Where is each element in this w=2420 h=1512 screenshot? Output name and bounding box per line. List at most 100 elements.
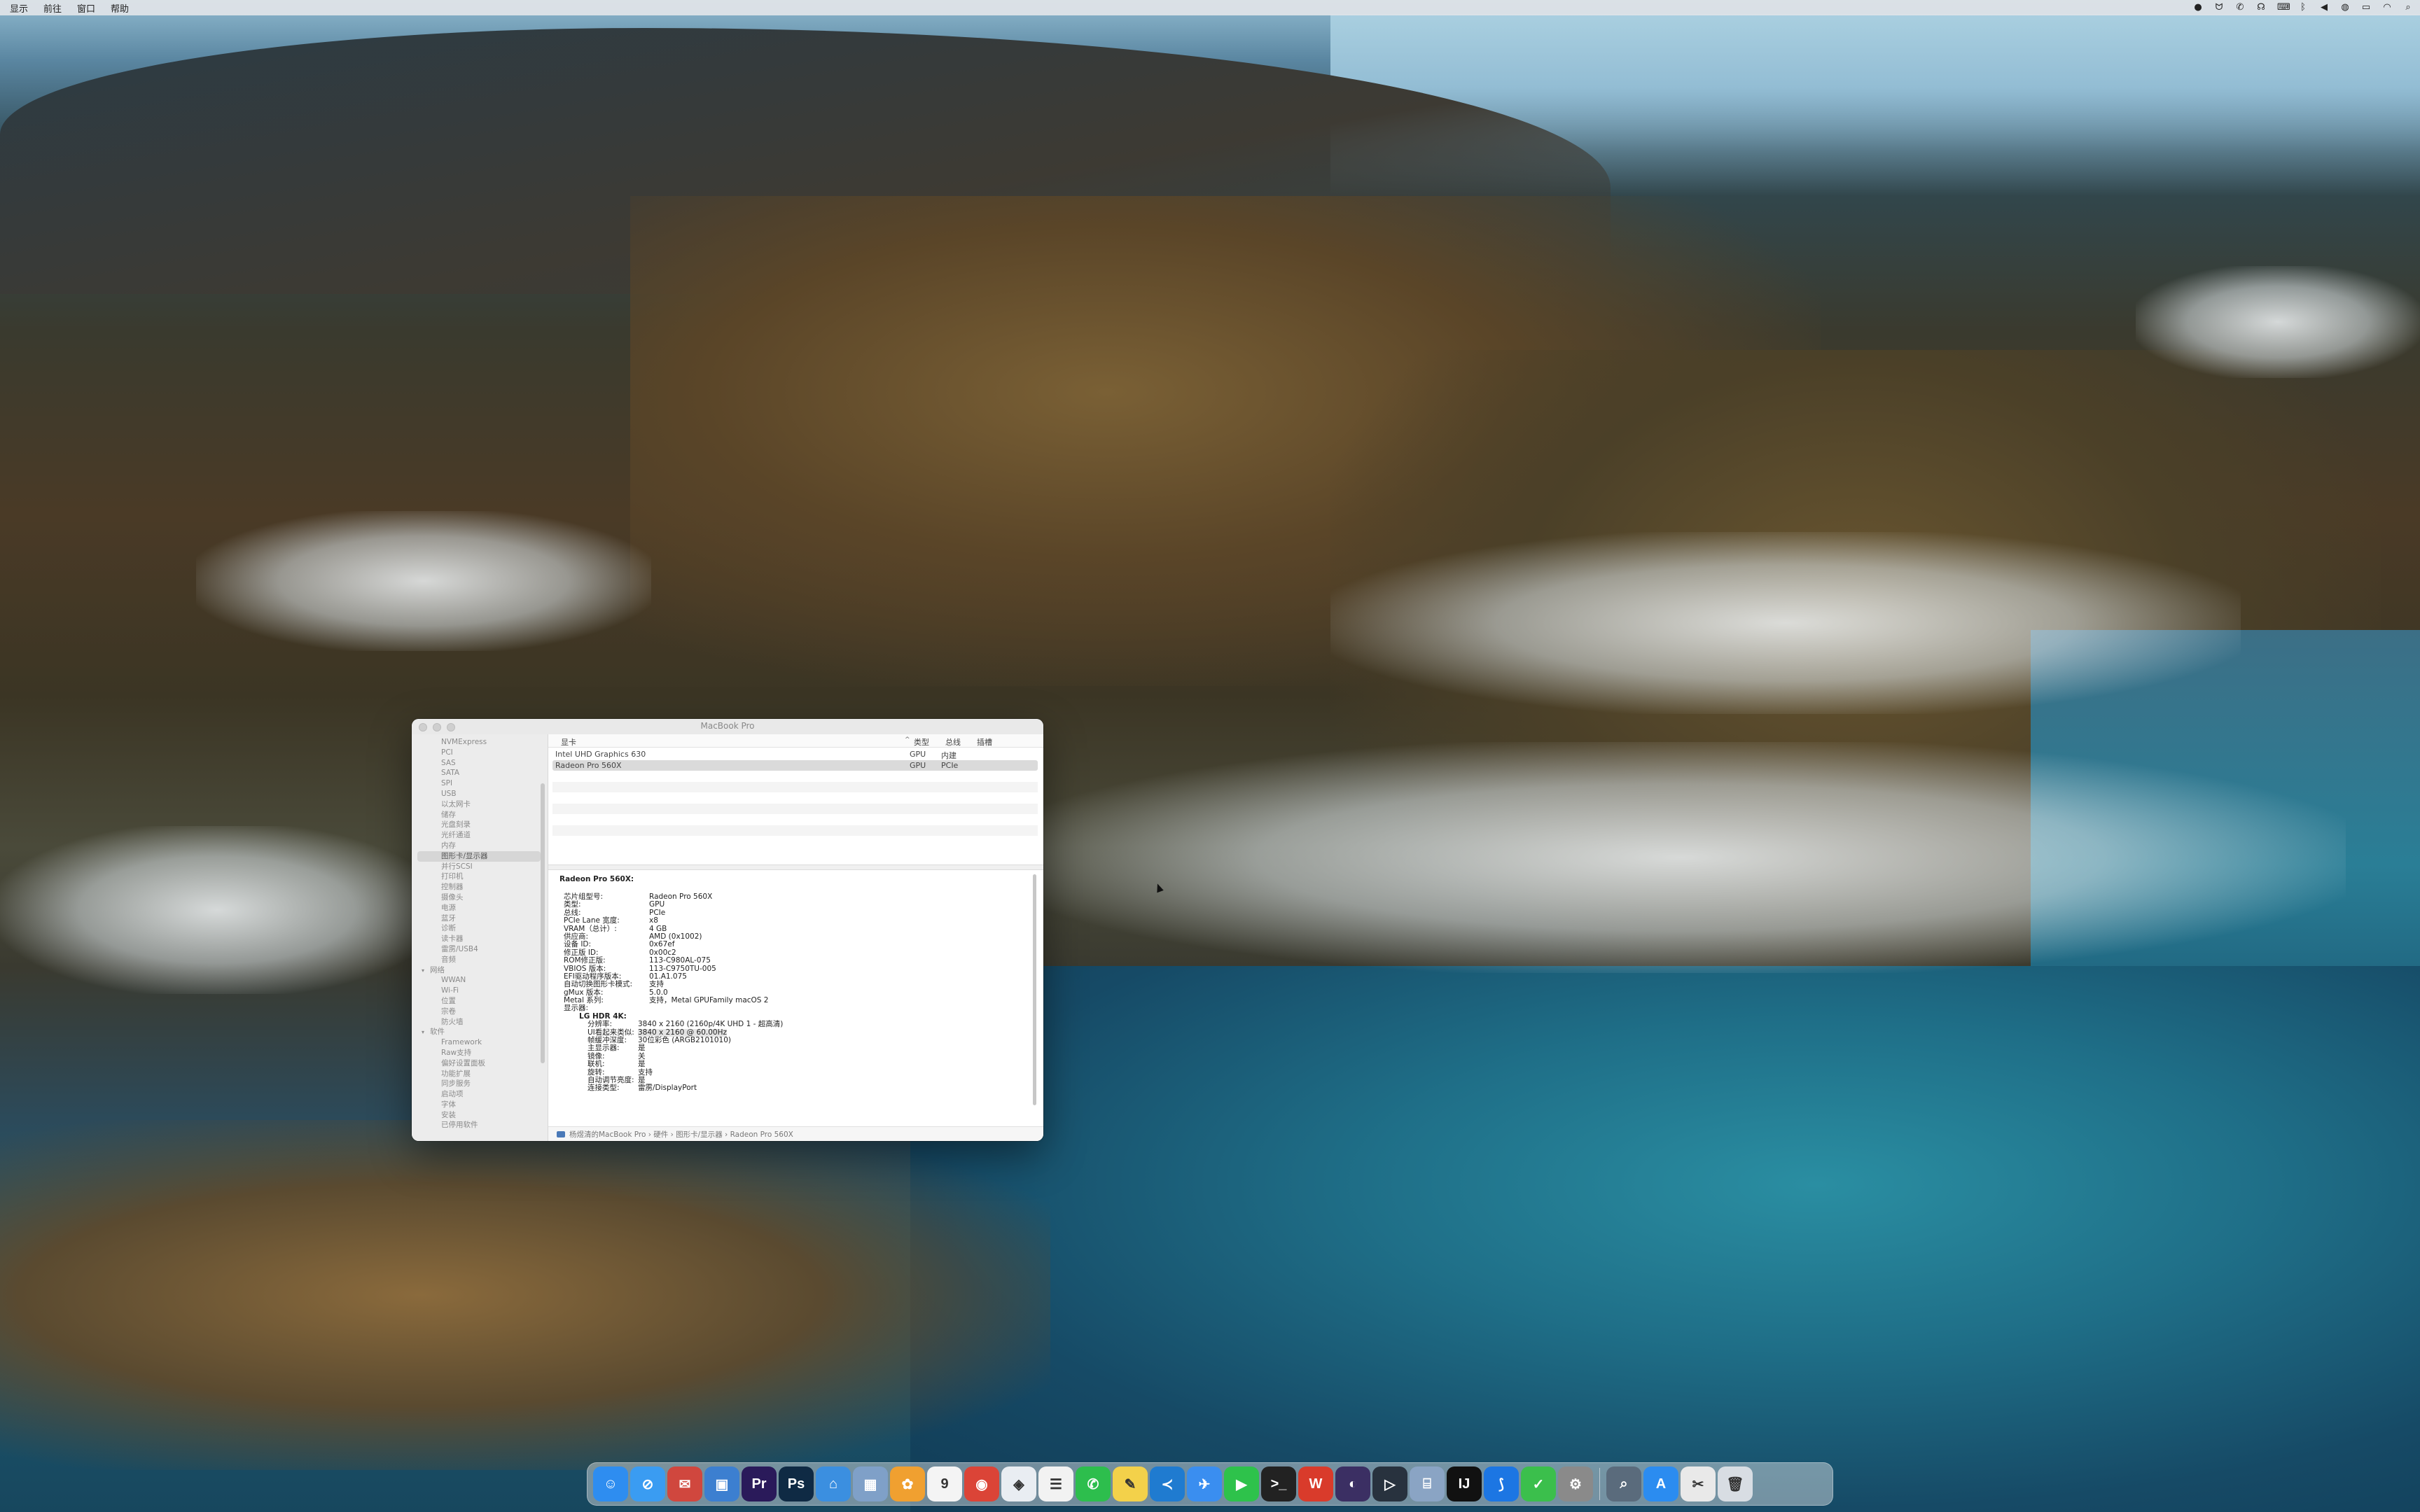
wechat-icon[interactable]: ✆: [1076, 1466, 1111, 1502]
siri-icon[interactable]: ◍: [2340, 3, 2350, 13]
sidebar-item[interactable]: 位置: [412, 996, 548, 1007]
table-row[interactable]: Intel UHD Graphics 630 GPU 内建: [552, 749, 1038, 760]
sidebar-item[interactable]: 防火墙: [412, 1017, 548, 1028]
wps-icon[interactable]: W: [1298, 1466, 1333, 1502]
trash-icon[interactable]: 🗑: [1718, 1466, 1753, 1502]
sidebar-scrollbar[interactable]: [541, 783, 545, 1063]
column-header-slot[interactable]: 插槽: [977, 736, 992, 748]
screenshots-icon[interactable]: ▦: [853, 1466, 888, 1502]
menu-item[interactable]: 显示: [10, 1, 28, 15]
preview-icon[interactable]: ▣: [704, 1466, 739, 1502]
finder-icon[interactable]: ☺: [593, 1466, 628, 1502]
safari-icon[interactable]: ⊘: [630, 1466, 665, 1502]
spotlight-folder-icon[interactable]: ⌕: [1606, 1466, 1641, 1502]
column-header-type[interactable]: 类型: [914, 736, 929, 748]
path-bar-item[interactable]: 图形卡/显示器: [676, 1130, 723, 1139]
sidebar-item[interactable]: 宗卷: [412, 1007, 548, 1017]
sidebar-item[interactable]: 以太网卡: [412, 799, 548, 810]
column-header-name[interactable]: 显卡: [561, 736, 576, 748]
intellij-icon[interactable]: IJ: [1447, 1466, 1482, 1502]
sidebar-item[interactable]: 并行SCSI: [412, 862, 548, 872]
sidebar-item[interactable]: 字体: [412, 1100, 548, 1110]
wallpaper-sea: [910, 966, 2420, 1512]
sidebar-item[interactable]: 光盘刻录: [412, 820, 548, 830]
sidebar-item[interactable]: 同步服务: [412, 1079, 548, 1089]
wechat-icon[interactable]: ✆: [2235, 3, 2245, 13]
sidebar-item[interactable]: SPI: [412, 778, 548, 789]
title-bar[interactable]: MacBook Pro: [412, 719, 1043, 735]
facetime-icon[interactable]: ▶: [1224, 1466, 1259, 1502]
photos-icon[interactable]: ✿: [890, 1466, 925, 1502]
sidebar-item[interactable]: 摄像头: [412, 892, 548, 903]
menu-item[interactable]: 前往: [43, 1, 62, 15]
path-bar-item[interactable]: 杨煜清的MacBook Pro: [569, 1130, 646, 1139]
sidebar-item[interactable]: 光纤通道: [412, 830, 548, 841]
search-icon[interactable]: ⌕: [2403, 3, 2413, 13]
reminders-icon[interactable]: ☰: [1038, 1466, 1073, 1502]
sidebar-item[interactable]: 音频: [412, 955, 548, 965]
sidebar-item[interactable]: Raw支持: [412, 1048, 548, 1058]
path-bar-item[interactable]: Radeon Pro 560X: [730, 1130, 793, 1139]
premiere-icon[interactable]: Pr: [742, 1466, 777, 1502]
chrome-icon[interactable]: ◉: [964, 1466, 999, 1502]
bluetooth-icon[interactable]: ᛒ: [2298, 3, 2308, 13]
android-file-transfer-icon[interactable]: ⌸: [1410, 1466, 1445, 1502]
sidebar-item[interactable]: 读卡器: [412, 934, 548, 944]
sidebar-section[interactable]: ▾ 软件: [412, 1027, 548, 1037]
record-icon[interactable]: ●: [2193, 3, 2203, 13]
sidebar-section[interactable]: ▾ 网络: [412, 965, 548, 976]
sidebar-item[interactable]: 图形卡/显示器: [417, 850, 541, 862]
volume-icon[interactable]: ◀: [2319, 3, 2329, 13]
column-header-bus[interactable]: 总线: [945, 736, 961, 748]
sidebar-item[interactable]: 启动项: [412, 1089, 548, 1100]
sidebar-item[interactable]: 内存: [412, 841, 548, 851]
sidebar-item[interactable]: 控制器: [412, 882, 548, 892]
sidebar-item[interactable]: 储存: [412, 810, 548, 820]
menu-item[interactable]: 窗口: [77, 1, 95, 15]
sidebar-item[interactable]: 打印机: [412, 872, 548, 882]
sidebar-item[interactable]: WWAN: [412, 975, 548, 986]
terminal-icon[interactable]: >_: [1261, 1466, 1296, 1502]
app-store-icon[interactable]: A: [1643, 1466, 1678, 1502]
sidebar-item[interactable]: 已停用软件: [412, 1120, 548, 1130]
figma-icon[interactable]: ◈: [1001, 1466, 1036, 1502]
sidebar-item[interactable]: USB: [412, 789, 548, 799]
sidebar-item[interactable]: PCI: [412, 748, 548, 758]
sidebar-item[interactable]: 偏好设置面板: [412, 1058, 548, 1069]
sidebar-item[interactable]: SAS: [412, 758, 548, 769]
table-row[interactable]: Radeon Pro 560X GPU PCIe: [552, 760, 1038, 771]
wifi-icon[interactable]: ◠: [2382, 3, 2392, 13]
system-preferences-icon[interactable]: ⚙: [1558, 1466, 1593, 1502]
vscode-icon[interactable]: ≺: [1150, 1466, 1185, 1502]
chevron-down-icon[interactable]: ▾: [422, 966, 430, 976]
keynote-icon[interactable]: ⌂: [816, 1466, 851, 1502]
sidebar-item[interactable]: SATA: [412, 768, 548, 778]
eclipse-icon[interactable]: ◐: [1335, 1466, 1370, 1502]
lark-icon[interactable]: ⟆: [1484, 1466, 1519, 1502]
calendar-icon[interactable]: 9: [927, 1466, 962, 1502]
chevron-down-icon[interactable]: ▾: [422, 1028, 430, 1038]
sidebar-item[interactable]: Framework: [412, 1037, 548, 1048]
photoshop-icon[interactable]: Ps: [779, 1466, 814, 1502]
menu-item[interactable]: 帮助: [111, 1, 129, 15]
sidebar-item[interactable]: 雷雳/USB4: [412, 944, 548, 955]
feishu-icon[interactable]: ✈: [1187, 1466, 1222, 1502]
sidebar-item[interactable]: 安装: [412, 1110, 548, 1121]
keyboard-icon[interactable]: ⌨: [2277, 3, 2290, 13]
sidebar-item[interactable]: 诊断: [412, 923, 548, 934]
battery-icon[interactable]: ▭: [2361, 3, 2371, 13]
tick-icon[interactable]: ✓: [1521, 1466, 1556, 1502]
path-bar-item[interactable]: 硬件: [653, 1130, 668, 1139]
detail-scrollbar[interactable]: [1033, 874, 1036, 1105]
butterfly-icon[interactable]: ᗢ: [2214, 3, 2224, 13]
notes-icon[interactable]: ✎: [1113, 1466, 1148, 1502]
quicktime-icon[interactable]: ▷: [1372, 1466, 1407, 1502]
sidebar-item[interactable]: NVMExpress: [412, 737, 548, 748]
headphones-icon[interactable]: ☊: [2256, 3, 2266, 13]
thunderbird-icon[interactable]: ✉: [667, 1466, 702, 1502]
sidebar-item[interactable]: 蓝牙: [412, 913, 548, 924]
screenshot-utility-icon[interactable]: ✂: [1681, 1466, 1716, 1502]
sidebar-item[interactable]: Wi-Fi: [412, 986, 548, 996]
sidebar-item[interactable]: 功能扩展: [412, 1069, 548, 1079]
sidebar-item[interactable]: 电源: [412, 903, 548, 913]
